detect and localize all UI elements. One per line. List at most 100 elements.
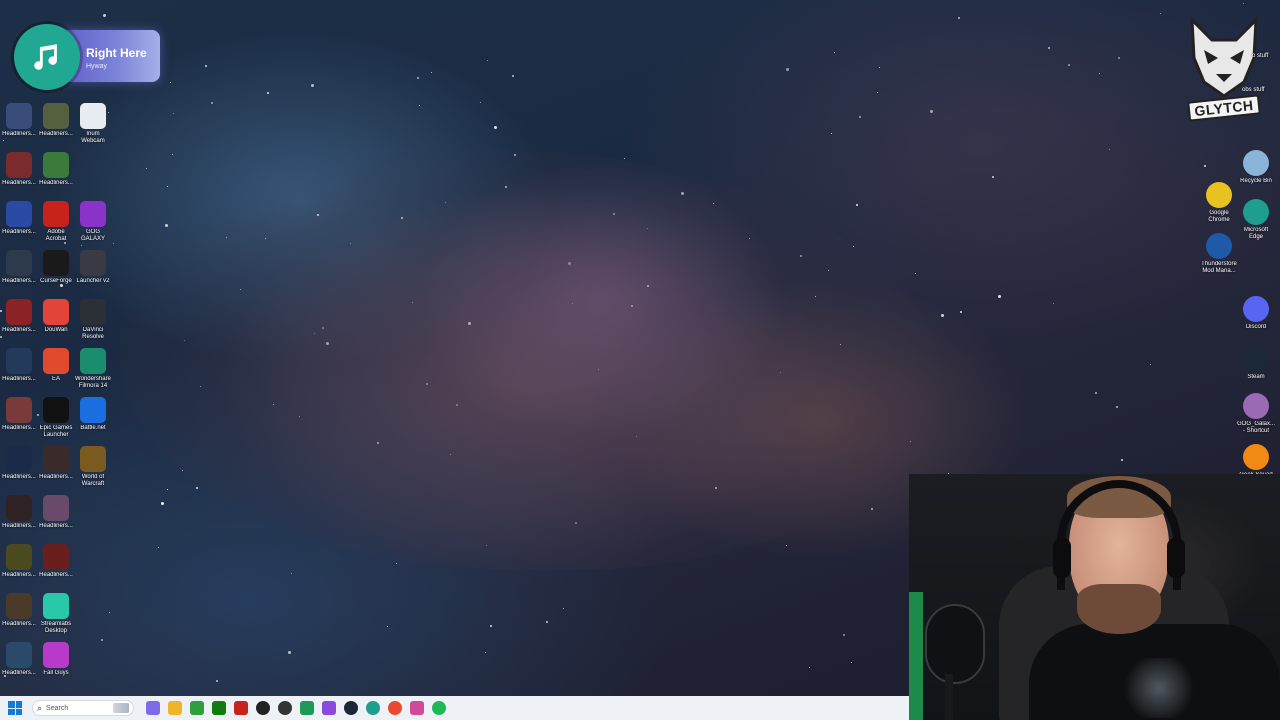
app-icon [6,250,32,276]
desktop-icon[interactable]: Fall Guys [37,642,75,677]
webcam-shirt-print [1119,658,1199,718]
desktop-icon-label: Headliners... [2,425,36,431]
app-icon [80,348,106,374]
desktop-icon[interactable]: Headliners... [0,397,38,432]
app-icon [43,103,69,129]
taskbar-search[interactable]: ⌕ Search [32,700,134,716]
star [834,52,835,53]
star [960,311,962,313]
taskbar-obs-icon[interactable] [278,701,292,715]
app-icon [1243,199,1269,225]
star [851,662,852,663]
taskbar-file-explorer-icon[interactable] [168,701,182,715]
taskbar-store-icon[interactable] [190,701,204,715]
desktop-icon[interactable]: CurseForge [37,250,75,285]
desktop-icon-label: Streamlabs Desktop [40,621,72,634]
app-icon [6,201,32,227]
star [512,75,514,77]
desktop-icon[interactable]: Headliners... [0,152,38,187]
desktop-icon[interactable]: Headliners... [37,152,75,187]
taskbar-capture-icon[interactable] [256,701,270,715]
desktop-icon-label: Headliners... [39,523,73,529]
app-icon [43,152,69,178]
desktop-icon[interactable]: Headliners... [0,495,38,530]
desktop-icon-label: Thunderstore Mod Mana... [1201,261,1237,274]
taskbar-xbox-icon[interactable] [212,701,226,715]
desktop-icon[interactable]: Headliners... [0,642,38,677]
desktop-icon[interactable]: Launcher v2 [74,250,112,285]
desktop-icon[interactable]: Headliners... [0,593,38,628]
desktop-icon[interactable]: Headliners... [37,544,75,579]
desktop-icon-label: CurseForge [40,278,72,284]
taskbar-app-purple-icon[interactable] [322,701,336,715]
desktop-icon-label: Headliners... [39,131,73,137]
desktop-icon[interactable]: Headliners... [0,544,38,579]
desktop-icon[interactable]: World of Warcraft [74,446,112,488]
desktop-icon-label: Irium Webcam [81,131,105,144]
desktop-icon[interactable]: Recycle Bin [1237,150,1275,185]
star [113,243,114,244]
desktop-icon[interactable]: Discord [1237,296,1275,331]
wallpaper-nebula [120,150,940,570]
taskbar-steam-icon[interactable] [344,701,358,715]
taskbar-app-pink-icon[interactable] [410,701,424,715]
desktop-icon[interactable]: Thunderstore Mod Mana... [1200,233,1238,275]
app-icon [43,446,69,472]
desktop-icon-label: Adobe Acrobat [45,229,67,242]
star [1243,3,1244,4]
desktop-icon[interactable]: Battle.net [74,397,112,432]
app-icon [6,446,32,472]
taskbar-apps [146,701,446,715]
desktop-icon[interactable]: Google Chrome [1200,182,1238,224]
desktop-icon[interactable]: DouWan [37,299,75,334]
desktop-icon[interactable]: Wondershare Filmora 14 [74,348,112,390]
desktop-icon[interactable]: GOG_Galax... - Shortcut [1237,393,1275,435]
app-icon [6,103,32,129]
taskbar-spotify-icon[interactable] [432,701,446,715]
desktop-icon[interactable]: Headliners... [0,250,38,285]
desktop-icon[interactable]: Headliners... [0,446,38,481]
desktop-icon[interactable]: Headliners... [37,103,75,138]
track-artist: Hyway [86,63,108,70]
folder-label[interactable]: o stuff [1252,53,1268,59]
star [387,626,388,627]
star [172,154,173,155]
star [487,60,488,61]
desktop-icon-label: DouWan [44,327,68,333]
desktop-icon-label: Google Chrome [1208,210,1230,223]
desktop-icon[interactable]: DaVinci Resolve [74,299,112,341]
taskbar-copilot-icon[interactable] [146,701,160,715]
desktop-icon[interactable]: Adobe Acrobat [37,201,75,243]
desktop-icon[interactable]: Irium Webcam [74,103,112,145]
desktop-icon-label: Headliners... [2,229,36,235]
desktop-icon[interactable]: Headliners... [37,495,75,530]
app-icon [6,152,32,178]
app-icon [43,250,69,276]
desktop-icon[interactable]: Headliners... [0,201,38,236]
start-button[interactable] [8,701,22,715]
desktop-icon[interactable]: Headliners... [0,299,38,334]
taskbar-chrome-icon[interactable] [388,701,402,715]
desktop-icon[interactable]: GOG GALAXY [74,201,112,243]
now-playing-widget[interactable]: Right Here Hyway [14,24,160,90]
star [1109,149,1110,150]
star [396,563,397,564]
desktop-icon[interactable]: Streamlabs Desktop [37,593,75,635]
app-icon [43,201,69,227]
taskbar-acrobat-icon[interactable] [234,701,248,715]
desktop-icon[interactable]: EA [37,348,75,383]
desktop-icon[interactable]: Headliners... [0,103,38,138]
star [494,126,497,129]
desktop-icon[interactable]: Steam [1237,346,1275,381]
desktop-icon[interactable]: Microsoft Edge [1237,199,1275,241]
star [831,133,832,134]
desktop-icon[interactable]: Headliners... [37,446,75,481]
taskbar-edge-icon[interactable] [366,701,380,715]
app-icon [80,397,106,423]
star [1095,392,1097,394]
desktop-icon[interactable]: Epic Games Launcher [37,397,75,439]
folder-label[interactable]: obs stuff [1242,87,1265,93]
star [843,634,845,636]
desktop-icon[interactable]: Headliners... [0,348,38,383]
taskbar-app-green-icon[interactable] [300,701,314,715]
